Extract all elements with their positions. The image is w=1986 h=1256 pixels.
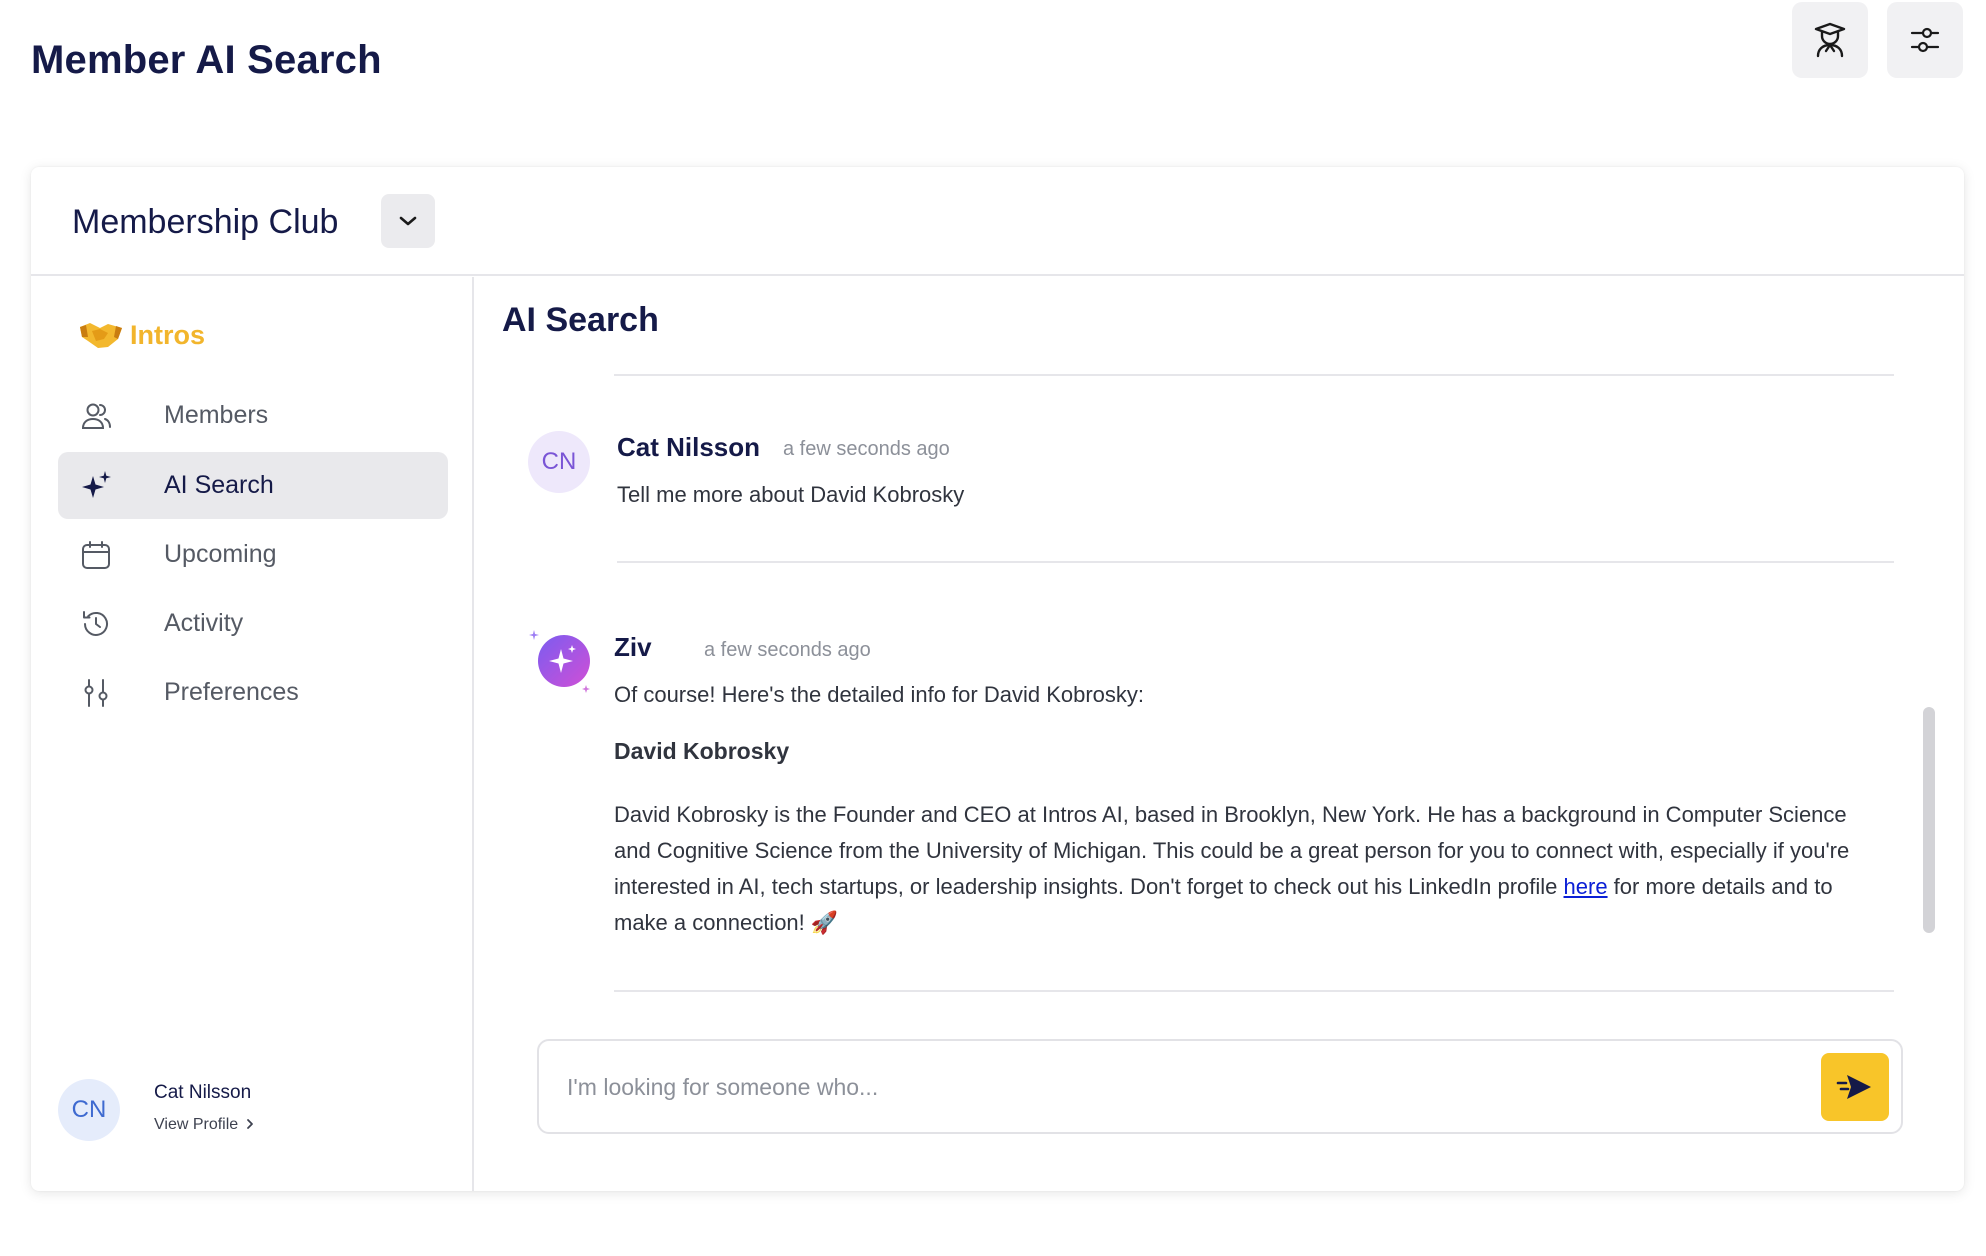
send-button[interactable] <box>1821 1053 1889 1121</box>
chat-scrollbar[interactable] <box>1923 707 1935 933</box>
history-icon <box>80 608 112 640</box>
club-dropdown-button[interactable] <box>381 194 435 248</box>
sparkles-icon <box>80 470 112 502</box>
profile-name: Cat Nilsson <box>154 1082 252 1103</box>
sidebar: Intros Members AI Search Upcoming Activi… <box>31 277 474 1191</box>
avatar: CN <box>58 1079 120 1141</box>
graduation-cap-user-icon <box>1814 22 1846 58</box>
sidebar-item-label: Upcoming <box>164 540 277 568</box>
settings-button[interactable] <box>1887 2 1963 78</box>
ai-search-panel: AI Search CN Cat Nilsson a few seconds a… <box>476 277 1964 1191</box>
search-input[interactable] <box>567 1063 1767 1111</box>
sidebar-item-upcoming[interactable]: Upcoming <box>58 521 448 588</box>
handshake-icon <box>80 323 122 348</box>
sidebar-item-label: Members <box>164 401 269 429</box>
brand-name: Intros <box>130 319 206 350</box>
calendar-icon <box>80 539 112 571</box>
message-author: Cat Nilsson <box>617 432 761 462</box>
message-text: Tell me more about David Kobrosky <box>617 482 965 507</box>
sidebar-item-preferences[interactable]: Preferences <box>58 659 448 726</box>
message-avatar: CN <box>528 431 590 493</box>
divider <box>614 990 1894 992</box>
chevron-down-icon <box>399 216 417 226</box>
section-title: AI Search <box>502 301 659 339</box>
club-name: Membership Club <box>72 203 339 241</box>
sidebar-item-label: AI Search <box>164 471 274 499</box>
sliders-vertical-icon <box>80 677 112 709</box>
message-heading: David Kobrosky <box>614 738 790 764</box>
view-profile-link[interactable]: View Profile <box>154 1116 255 1134</box>
message-time: a few seconds ago <box>704 639 871 661</box>
main-card: Membership Club Intros Members AI Search… <box>31 167 1964 1191</box>
sidebar-item-label: Activity <box>164 609 244 637</box>
tutor-button[interactable] <box>1792 2 1868 78</box>
message-body: David Kobrosky is the Founder and CEO at… <box>614 797 1884 941</box>
sidebar-item-label: Preferences <box>164 678 299 706</box>
ziv-ai-avatar-icon <box>529 630 590 693</box>
view-profile-label: View Profile <box>154 1116 239 1133</box>
sliders-icon <box>1910 27 1940 53</box>
card-header: Membership Club <box>31 167 1964 276</box>
users-icon <box>80 400 112 432</box>
send-icon <box>1836 1075 1871 1099</box>
sidebar-item-ai-search[interactable]: AI Search <box>58 452 448 519</box>
message-time: a few seconds ago <box>783 438 950 460</box>
sidebar-item-activity[interactable]: Activity <box>58 590 448 657</box>
linkedin-link[interactable]: here <box>1564 874 1608 899</box>
composer <box>537 1039 1903 1134</box>
divider <box>614 374 1894 376</box>
brand[interactable]: Intros <box>78 319 205 351</box>
sidebar-item-members[interactable]: Members <box>58 382 448 449</box>
user-profile[interactable]: CN Cat Nilsson View Profile <box>58 1079 438 1143</box>
message-intro: Of course! Here's the detailed info for … <box>614 682 1145 707</box>
chevron-right-icon <box>246 1119 253 1129</box>
divider <box>617 561 1894 563</box>
page-title: Member AI Search <box>31 38 382 82</box>
message-author: Ziv <box>614 632 652 662</box>
